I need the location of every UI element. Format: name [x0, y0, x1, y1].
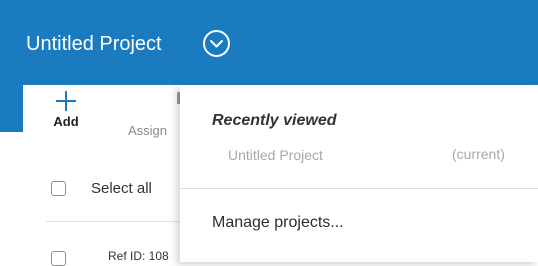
- assign-label: Assign: [128, 123, 168, 138]
- chevron-down-circle-icon: [203, 30, 230, 57]
- add-button[interactable]: Add: [46, 90, 86, 129]
- plus-icon: [56, 91, 76, 111]
- select-all-label: Select all: [91, 180, 152, 197]
- menu-divider: [180, 188, 538, 189]
- sidebar-accent: [0, 85, 23, 132]
- project-dropdown-menu: Recently viewed Untitled Project (curren…: [180, 85, 538, 262]
- app-header: Untitled Project: [0, 0, 538, 85]
- recent-project-name: Untitled Project: [228, 147, 323, 163]
- project-switcher-button[interactable]: [202, 29, 231, 58]
- row-checkbox[interactable]: [51, 251, 66, 266]
- add-label: Add: [53, 114, 79, 129]
- list-divider: [46, 221, 196, 222]
- recently-viewed-heading: Recently viewed: [212, 112, 337, 129]
- row-ref-id: Ref ID: 108: [108, 249, 169, 263]
- project-title: Untitled Project: [26, 33, 162, 55]
- current-indicator: (current): [452, 146, 505, 162]
- select-all-checkbox[interactable]: [51, 181, 66, 196]
- recent-project-item[interactable]: Untitled Project (current): [180, 143, 538, 169]
- manage-projects-link[interactable]: Manage projects...: [212, 214, 344, 232]
